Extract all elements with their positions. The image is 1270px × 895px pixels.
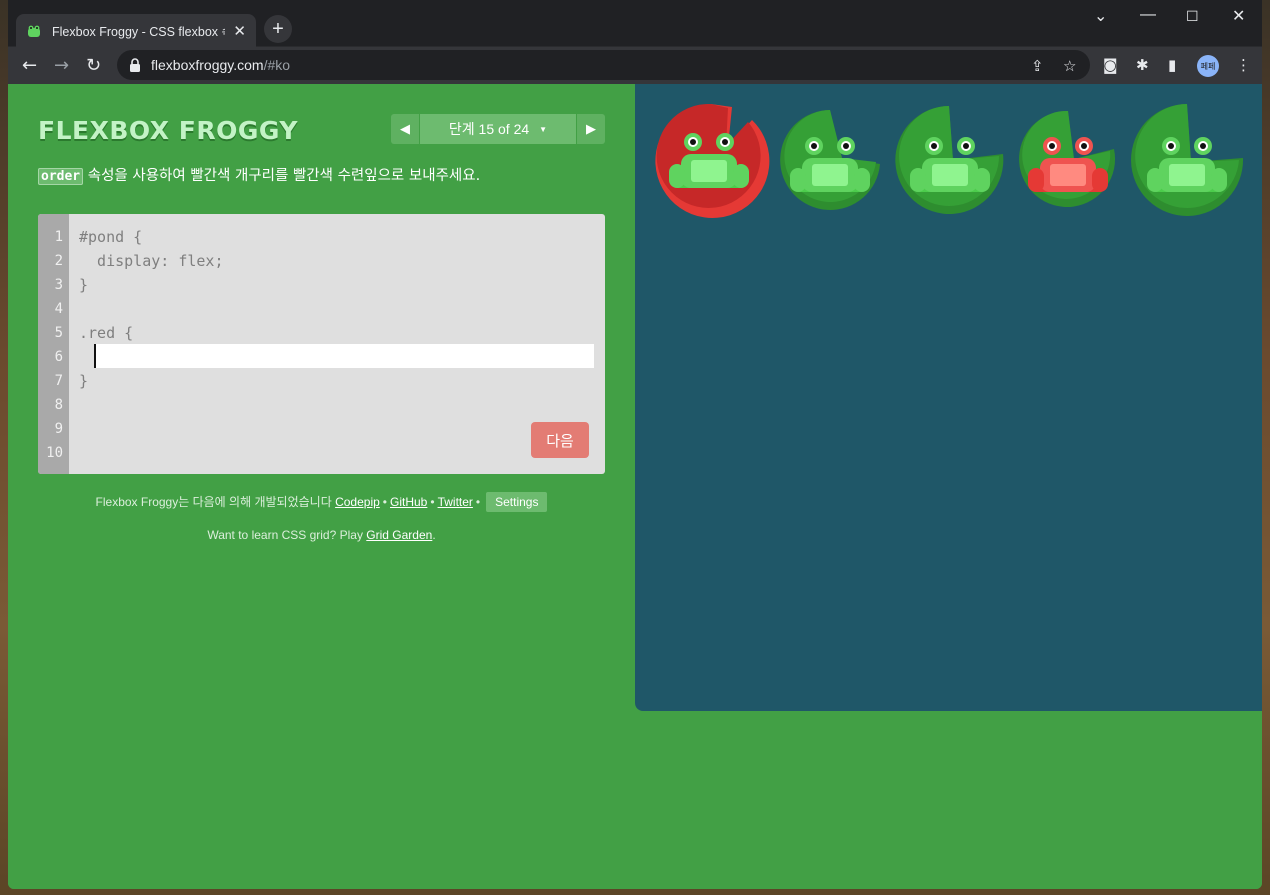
line-number: 9 xyxy=(54,421,63,437)
twitter-link[interactable]: Twitter xyxy=(438,495,473,509)
url-host: flexboxfroggy.com xyxy=(151,57,264,73)
promo-suffix: . xyxy=(432,528,436,542)
maximize-icon[interactable]: ☐ xyxy=(1186,8,1199,25)
level-indicator[interactable]: 단계 15 of 24 ▼ xyxy=(420,114,576,144)
sidebar: FLEXBOX FROGGY ◀ 단계 15 of 24 ▼ ▶ order 속… xyxy=(38,84,605,889)
red-frog xyxy=(1028,137,1108,192)
grid-garden-promo: Want to learn CSS grid? Play Grid Garden… xyxy=(38,528,605,542)
tab-title: Flexbox Froggy - CSS flexbox 속 xyxy=(52,25,226,39)
instructions: order 속성을 사용하여 빨간색 개구리를 빨간색 수련잎으로 보내주세요. xyxy=(38,164,480,185)
bullet-separator: • xyxy=(475,495,481,509)
code-line: } xyxy=(79,372,89,390)
pond xyxy=(635,84,1262,711)
line-number: 3 xyxy=(54,277,63,293)
credits: Flexbox Froggy는 다음에 의해 개발되었습니다 Codepip • G… xyxy=(38,491,605,513)
level-navigation: ◀ 단계 15 of 24 ▼ ▶ xyxy=(391,114,605,144)
line-number: 8 xyxy=(54,397,63,413)
css-code-input[interactable] xyxy=(94,344,594,368)
menu-kebab-icon[interactable]: ⋮ xyxy=(1236,56,1251,74)
grid-garden-link[interactable]: Grid Garden xyxy=(366,528,432,542)
green-frog xyxy=(1147,137,1227,192)
url-text: flexboxfroggy.com/#ko xyxy=(151,57,290,73)
line-number: 5 xyxy=(54,325,63,341)
close-window-icon[interactable]: ✕ xyxy=(1232,6,1245,26)
browser-tab[interactable]: Flexbox Froggy - CSS flexbox 속 ✕ xyxy=(16,14,256,47)
property-keyword: order xyxy=(38,168,84,185)
promo-text: Want to learn CSS grid? Play xyxy=(207,528,367,542)
game-logo: FLEXBOX FROGGY xyxy=(38,116,298,145)
code-line: #pond { xyxy=(79,228,143,246)
url-path: /#ko xyxy=(263,57,291,73)
code-line: .red { xyxy=(79,324,134,342)
code-line: display: flex; xyxy=(79,252,224,270)
browser-toolbar: ← → ↻ flexboxfroggy.com/#ko ⇪ ☆ ◙ ✱ ▮ 페페… xyxy=(8,47,1262,84)
line-number-gutter: 1 2 3 4 5 6 7 8 9 10 xyxy=(38,214,69,474)
minimize-icon[interactable]: — xyxy=(1140,6,1156,24)
github-link[interactable]: GitHub xyxy=(390,495,427,509)
reload-icon[interactable]: ↻ xyxy=(86,55,101,76)
tab-search-icon[interactable]: ⌄ xyxy=(1094,6,1107,26)
bullet-separator: • xyxy=(430,495,435,509)
camera-icon[interactable]: ◙ xyxy=(1103,56,1118,74)
next-button[interactable]: 다음 xyxy=(531,422,589,458)
caret-down-icon: ▼ xyxy=(539,124,548,134)
code-editor: 1 2 3 4 5 6 7 8 9 10 #pond { display: fl… xyxy=(38,214,605,474)
forward-icon[interactable]: → xyxy=(54,55,69,76)
back-icon[interactable]: ← xyxy=(22,55,37,76)
profile-avatar[interactable]: 페페 xyxy=(1197,55,1219,77)
line-number: 4 xyxy=(54,301,63,317)
line-number: 10 xyxy=(46,445,63,461)
instructions-text: 속성을 사용하여 빨간색 개구리를 빨간색 수련잎으로 보내주세요. xyxy=(83,168,481,184)
side-panel-icon[interactable]: ▮ xyxy=(1168,56,1176,74)
previous-level-button[interactable]: ◀ xyxy=(391,114,419,144)
bullet-separator: • xyxy=(382,495,387,509)
new-tab-button[interactable]: + xyxy=(264,15,292,43)
close-tab-icon[interactable]: ✕ xyxy=(233,22,246,40)
codepip-link[interactable]: Codepip xyxy=(335,495,380,509)
bookmark-star-icon[interactable]: ☆ xyxy=(1063,57,1076,75)
settings-button[interactable]: Settings xyxy=(486,492,548,512)
browser-window: Flexbox Froggy - CSS flexbox 속 ✕ + ⌄ — ☐… xyxy=(8,0,1262,889)
line-number: 1 xyxy=(54,229,63,245)
level-label: 단계 15 of 24 xyxy=(448,121,530,137)
share-icon[interactable]: ⇪ xyxy=(1031,57,1044,75)
lock-icon xyxy=(130,58,140,72)
tab-strip: Flexbox Froggy - CSS flexbox 속 ✕ + ⌄ — ☐… xyxy=(8,0,1262,47)
line-number: 7 xyxy=(54,373,63,389)
green-frog xyxy=(910,137,990,192)
line-number: 2 xyxy=(54,253,63,269)
frog-favicon-icon xyxy=(28,25,40,37)
green-frog xyxy=(790,137,870,192)
code-line: } xyxy=(79,276,89,294)
line-number: 6 xyxy=(54,349,63,365)
game-page: FLEXBOX FROGGY ◀ 단계 15 of 24 ▼ ▶ order 속… xyxy=(8,84,1262,889)
credits-text: Flexbox Froggy는 다음에 의해 개발되었습니다 xyxy=(95,495,336,509)
next-level-button[interactable]: ▶ xyxy=(577,114,605,144)
extensions-icon[interactable]: ✱ xyxy=(1136,56,1149,74)
address-bar[interactable]: flexboxfroggy.com/#ko ⇪ ☆ xyxy=(117,50,1090,80)
green-frog xyxy=(669,133,749,188)
